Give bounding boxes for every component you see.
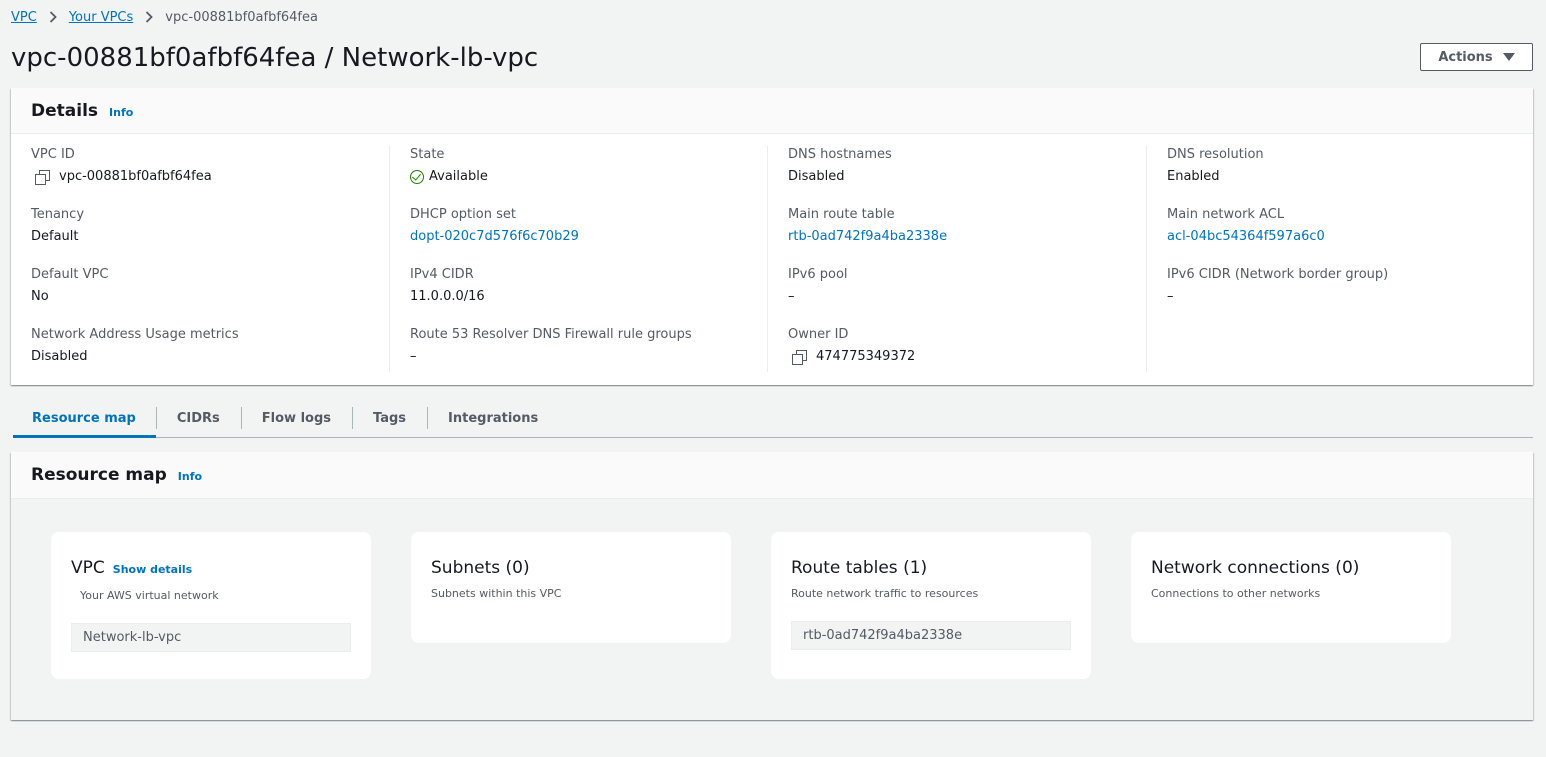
- field-value: –: [788, 289, 795, 304]
- tab-cidrs[interactable]: CIDRs: [155, 400, 241, 436]
- field-value: No: [31, 289, 49, 304]
- chevron-right-icon: [133, 11, 165, 23]
- vpc-card: VPC Show details Your AWS virtual networ…: [51, 532, 371, 679]
- field-vpc-id: VPC ID vpc-00881bf0afbf64fea: [31, 146, 389, 206]
- field-value: 11.0.0.0/16: [410, 289, 485, 304]
- card-subtitle: Connections to other networks: [1151, 587, 1321, 600]
- resource-map-info-link[interactable]: Info: [178, 470, 202, 483]
- resource-map-header: Resource map Info: [11, 452, 1533, 499]
- details-title: Details: [31, 100, 99, 121]
- owner-id-value: 474775349372: [816, 349, 916, 364]
- copy-icon[interactable]: [792, 350, 807, 365]
- resource-map-body: VPC Show details Your AWS virtual networ…: [11, 499, 1533, 720]
- tab-integrations[interactable]: Integrations: [427, 400, 559, 436]
- field-value: –: [1167, 289, 1174, 304]
- card-subtitle: Subnets within this VPC: [431, 587, 562, 600]
- field-label: IPv4 CIDR: [410, 267, 474, 282]
- field-main-network-acl: Main network ACL acl-04bc54364f597a6c0: [1167, 206, 1526, 266]
- tab-flow-logs[interactable]: Flow logs: [240, 400, 352, 436]
- field-label: Default VPC: [31, 267, 109, 282]
- field-dns-hostnames: DNS hostnames Disabled: [788, 146, 1146, 206]
- card-title: VPC Show details: [71, 557, 351, 581]
- field-label: DNS resolution: [1167, 147, 1264, 162]
- field-label: State: [410, 147, 445, 162]
- field-dns-resolution: DNS resolution Enabled: [1167, 146, 1526, 206]
- subnets-card: Subnets (0) Subnets within this VPC: [411, 532, 731, 643]
- field-value: Default: [31, 229, 79, 244]
- check-circle-icon: [410, 170, 424, 184]
- field-label: Network Address Usage metrics: [31, 327, 239, 342]
- vpc-item[interactable]: Network-lb-vpc: [71, 623, 351, 652]
- tab-tags[interactable]: Tags: [352, 400, 427, 436]
- field-label: DHCP option set: [410, 207, 516, 222]
- field-ipv4-cidr: IPv4 CIDR 11.0.0.0/16: [410, 266, 767, 326]
- field-value: Enabled: [1167, 169, 1220, 184]
- field-ipv6-cidr: IPv6 CIDR (Network border group) –: [1167, 266, 1526, 326]
- breadcrumb-link-vpc[interactable]: VPC: [11, 10, 37, 25]
- breadcrumb-link-your-vpcs[interactable]: Your VPCs: [69, 10, 133, 25]
- field-value: vpc-00881bf0afbf64fea: [31, 168, 389, 186]
- card-subtitle: Your AWS virtual network: [80, 589, 219, 602]
- field-value: –: [410, 349, 417, 364]
- breadcrumb: VPC Your VPCs vpc-00881bf0afbf64fea: [11, 8, 318, 26]
- main-network-acl-link[interactable]: acl-04bc54364f597a6c0: [1167, 228, 1526, 246]
- resource-map-title: Resource map: [31, 465, 167, 485]
- field-label: Main network ACL: [1167, 207, 1285, 222]
- field-main-route-table: Main route table rtb-0ad742f9a4ba2338e: [788, 206, 1146, 266]
- details-column-1: VPC ID vpc-00881bf0afbf64fea Tenancy Def…: [11, 146, 390, 372]
- field-dhcp-option-set: DHCP option set dopt-020c7d576f6c70b29: [410, 206, 767, 266]
- field-ipv6-pool: IPv6 pool –: [788, 266, 1146, 326]
- card-title: Route tables (1): [791, 558, 928, 578]
- details-info-link[interactable]: Info: [109, 106, 133, 119]
- field-label: Owner ID: [788, 327, 849, 342]
- field-state: State Available: [410, 146, 767, 206]
- state-value: Available: [429, 169, 488, 184]
- field-value: Disabled: [788, 169, 845, 184]
- card-title: Network connections (0): [1151, 558, 1360, 578]
- field-tenancy: Tenancy Default: [31, 206, 389, 266]
- tab-resource-map[interactable]: Resource map: [13, 400, 156, 438]
- field-label: Tenancy: [31, 207, 85, 222]
- details-grid: VPC ID vpc-00881bf0afbf64fea Tenancy Def…: [11, 146, 1533, 372]
- details-header: Details Info: [11, 88, 1533, 134]
- field-label: Main route table: [788, 207, 895, 222]
- caret-down-icon: [1502, 53, 1515, 61]
- field-label: VPC ID: [31, 147, 75, 162]
- field-value: Disabled: [31, 349, 88, 364]
- dhcp-option-set-link[interactable]: dopt-020c7d576f6c70b29: [410, 228, 767, 246]
- tab-bar: Resource map CIDRs Flow logs Tags Integr…: [13, 400, 1533, 438]
- field-default-vpc: Default VPC No: [31, 266, 389, 326]
- route-tables-card: Route tables (1) Route network traffic t…: [771, 532, 1091, 679]
- details-column-3: DNS hostnames Disabled Main route table …: [768, 146, 1147, 372]
- main-route-table-link[interactable]: rtb-0ad742f9a4ba2338e: [788, 228, 1146, 246]
- actions-button[interactable]: Actions: [1420, 43, 1533, 71]
- field-route53-resolver: Route 53 Resolver DNS Firewall rule grou…: [410, 326, 767, 386]
- field-value: 474775349372: [788, 348, 1146, 366]
- field-network-address-usage: Network Address Usage metrics Disabled: [31, 326, 389, 386]
- details-panel: Details Info VPC ID vpc-00881bf0afbf64fe…: [11, 88, 1533, 385]
- card-title: Subnets (0): [431, 558, 530, 578]
- show-details-link[interactable]: Show details: [113, 559, 192, 581]
- page-title: vpc-00881bf0afbf64fea / Network-lb-vpc: [11, 43, 539, 73]
- network-connections-card: Network connections (0) Connections to o…: [1131, 532, 1451, 643]
- field-label: IPv6 pool: [788, 267, 848, 282]
- breadcrumb-current: vpc-00881bf0afbf64fea: [165, 9, 318, 25]
- field-label: IPv6 CIDR (Network border group): [1167, 267, 1389, 282]
- card-subtitle: Route network traffic to resources: [791, 587, 979, 600]
- details-column-4: DNS resolution Enabled Main network ACL …: [1147, 146, 1526, 372]
- field-owner-id: Owner ID 474775349372: [788, 326, 1146, 386]
- field-label: Route 53 Resolver DNS Firewall rule grou…: [410, 327, 692, 342]
- vpc-card-title: VPC: [71, 558, 105, 578]
- vpc-id-value: vpc-00881bf0afbf64fea: [59, 169, 212, 184]
- field-value: Available: [410, 168, 767, 186]
- details-column-2: State Available DHCP option set dopt-020…: [390, 146, 768, 372]
- copy-icon[interactable]: [35, 170, 50, 185]
- actions-button-label: Actions: [1438, 49, 1493, 65]
- resource-map-panel: Resource map Info VPC Show details Your …: [11, 452, 1533, 720]
- route-table-item[interactable]: rtb-0ad742f9a4ba2338e: [791, 621, 1071, 650]
- field-label: DNS hostnames: [788, 147, 892, 162]
- chevron-right-icon: [37, 11, 69, 23]
